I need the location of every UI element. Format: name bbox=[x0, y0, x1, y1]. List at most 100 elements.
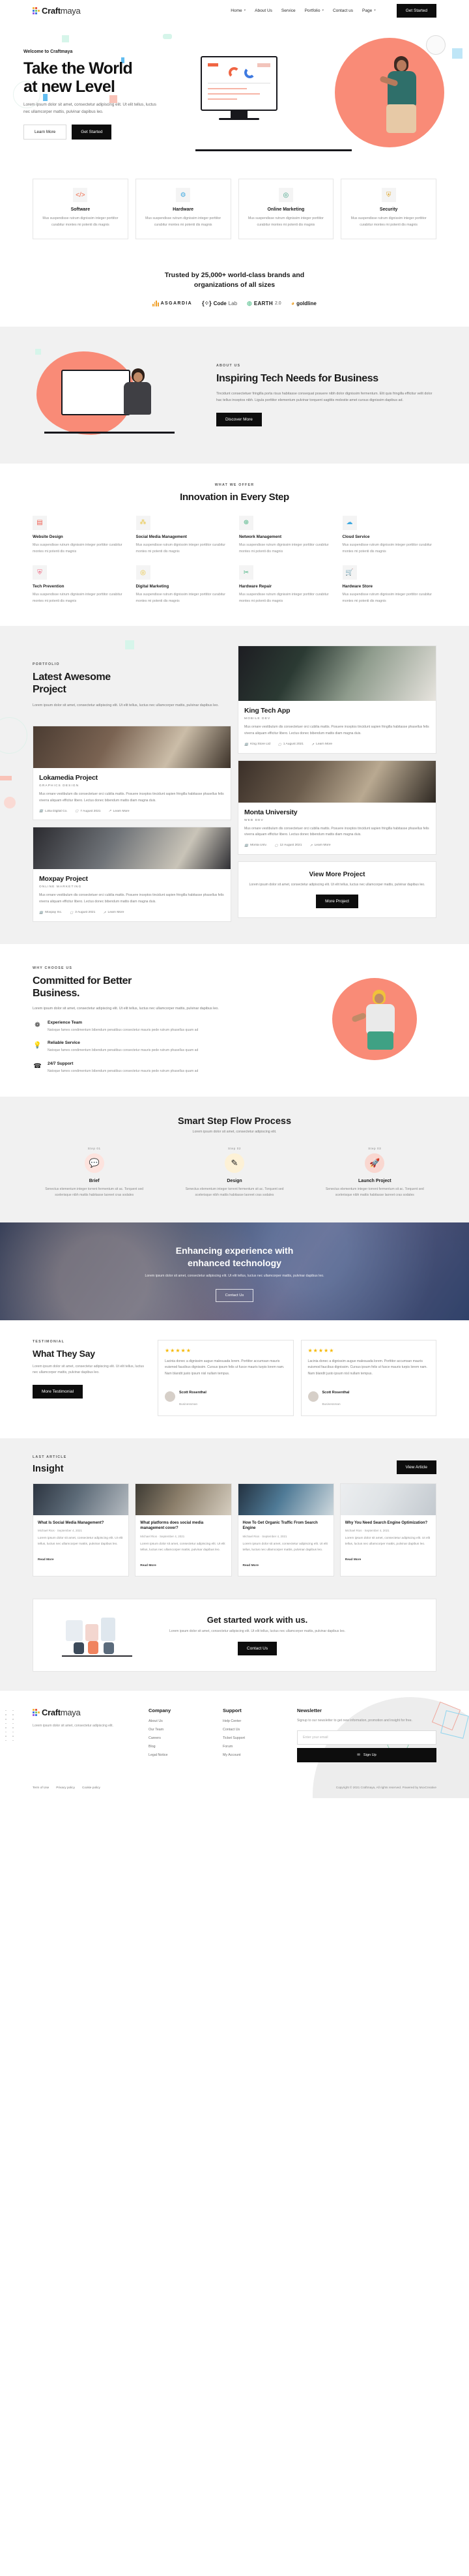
building-icon: 🏢 bbox=[244, 844, 249, 848]
offer-item-hardware-repair[interactable]: ✂ Hardware Repair Mus suspendisse rutrum… bbox=[239, 565, 334, 605]
blog-read-more-link[interactable]: Read More bbox=[140, 1564, 156, 1567]
blog-read-more-link[interactable]: Read More bbox=[38, 1558, 54, 1562]
footer-link-ticket-support[interactable]: Ticket Support bbox=[223, 1736, 285, 1740]
flow-step-badge: Step 01 bbox=[87, 1146, 101, 1150]
why-feature-title: 24/7 Support bbox=[48, 1061, 74, 1066]
offer-item-website-design[interactable]: ▤ Website Design Mus suspendisse rutrum … bbox=[33, 515, 127, 555]
lightbulb-icon: 💡 bbox=[33, 1042, 42, 1050]
offer-grid: ▤ Website Design Mus suspendisse rutrum … bbox=[0, 515, 469, 606]
more-testimonial-button[interactable]: More Testimonial bbox=[33, 1385, 83, 1399]
footer-link-help-center[interactable]: Help Center bbox=[223, 1719, 285, 1723]
building-icon: 🏢 bbox=[39, 810, 44, 814]
blog-card[interactable]: Why You Need Search Engine Optimization?… bbox=[339, 1483, 436, 1577]
portfolio-card-monta-university[interactable]: Monta University WEB DEV Mus ornare vest… bbox=[238, 760, 436, 855]
portfolio-more-button[interactable]: More Project bbox=[316, 895, 358, 909]
portfolio-card-moxpay[interactable]: Moxpay Project ONLINE MARKETING Mus orna… bbox=[33, 827, 231, 922]
blog-meta: Michael Rios · September 4, 2021 bbox=[242, 1535, 287, 1538]
footer-link-cookie-policy[interactable]: Cookie policy bbox=[82, 1786, 100, 1789]
blog-card[interactable]: How To Get Organic Traffic From Search E… bbox=[237, 1483, 334, 1577]
offer-item-title: Tech Prevention bbox=[33, 584, 64, 589]
footer-link-about-us[interactable]: About Us bbox=[149, 1719, 211, 1723]
blog-image bbox=[33, 1483, 129, 1515]
service-card-title: Software bbox=[70, 207, 91, 212]
nav-item-contact[interactable]: Contact us bbox=[333, 8, 353, 13]
footer-link-careers[interactable]: Careers bbox=[149, 1736, 211, 1740]
flow-step-body: Senectus elementum integer torrent ferme… bbox=[185, 1187, 284, 1198]
blog-card[interactable]: What platforms does social media managem… bbox=[135, 1483, 232, 1577]
deco-board bbox=[66, 1620, 83, 1641]
view-article-button[interactable]: View Article bbox=[396, 1460, 436, 1474]
blog-card[interactable]: What Is Social Media Management? Michael… bbox=[33, 1483, 130, 1577]
why-feature-body: Natoque fames condimentum bibendum penat… bbox=[48, 1048, 199, 1053]
about-discover-more-button[interactable]: Discover More bbox=[216, 412, 262, 426]
hero-section: Welcome to Craftmaya Take the World at n… bbox=[0, 21, 469, 172]
footer-link-privacy-policy[interactable]: Privacy policy bbox=[56, 1786, 75, 1789]
portfolio-learn-more-link[interactable]: ↗ Learn More bbox=[108, 809, 130, 814]
offer-item-hardware-store[interactable]: 🛒 Hardware Store Mus suspendisse rutrum … bbox=[342, 565, 437, 605]
external-link-icon: ↗ bbox=[108, 810, 111, 814]
service-card-software[interactable]: </> Software Mus suspendisse rutrum dign… bbox=[33, 179, 128, 240]
service-card-online-marketing[interactable]: ◎ Online Marketing Mus suspendisse rutru… bbox=[238, 179, 334, 240]
brand-logo[interactable]: Craftmaya bbox=[33, 6, 81, 16]
insight-header: LAST ARTICLE Insight View Article bbox=[0, 1455, 469, 1483]
header-get-started-button[interactable]: Get Started bbox=[396, 3, 436, 18]
offer-item-digital-marketing[interactable]: ◎ Digital Marketing Mus suspendisse rutr… bbox=[135, 565, 231, 605]
offer-item-title: Cloud Service bbox=[342, 534, 370, 539]
newsletter-signup-button[interactable]: ✉ Sign Up bbox=[297, 1748, 436, 1763]
nav-item-home[interactable]: Home ▾ bbox=[231, 8, 246, 13]
footer-link-my-account[interactable]: My Account bbox=[223, 1753, 285, 1757]
calendar-icon: ▢ bbox=[278, 743, 281, 747]
service-card-security[interactable]: ⛨ Security Mus suspendisse rutrum dignis… bbox=[341, 179, 436, 240]
logo-codelab: {⁘} Code Lab bbox=[202, 299, 238, 306]
portfolio-card-title: King Tech App bbox=[244, 707, 291, 715]
footer-link-contact-us[interactable]: Contact Us bbox=[223, 1728, 285, 1732]
footer-link-legal-notice[interactable]: Legal Notice bbox=[149, 1753, 211, 1757]
offer-item-network-management[interactable]: ⊕ Network Management Mus suspendisse rut… bbox=[239, 515, 334, 555]
site-footer: Craftmaya Lorem ipsum dolor sit amet, co… bbox=[0, 1689, 469, 1799]
flow-subtitle: Lorem ipsum dolor sit amet, consectetur … bbox=[192, 1129, 277, 1134]
offer-item-cloud-service[interactable]: ☁ Cloud Service Mus suspendisse rutrum d… bbox=[342, 515, 437, 555]
portfolio-card-king-tech-app[interactable]: King Tech App MOBILE DEV Mus ornare vest… bbox=[238, 645, 436, 754]
portfolio-learn-more-link[interactable]: ↗ Learn More bbox=[103, 911, 124, 915]
external-link-icon: ↗ bbox=[309, 844, 313, 848]
nav-item-page[interactable]: Page ▾ bbox=[362, 8, 376, 13]
portfolio-client: 🏢 Monta Univ. bbox=[244, 844, 267, 848]
avatar bbox=[165, 1391, 175, 1402]
offer-item-tech-prevention[interactable]: ⛨ Tech Prevention Mus suspendisse rutrum… bbox=[33, 565, 127, 605]
blog-read-more-link[interactable]: Read More bbox=[345, 1558, 362, 1562]
portfolio-learn-more-link[interactable]: ↗ Learn More bbox=[309, 844, 330, 848]
portfolio-right-column: King Tech App MOBILE DEV Mus ornare vest… bbox=[238, 645, 436, 922]
hero-get-started-button[interactable]: Get Started bbox=[72, 124, 112, 140]
service-card-hardware[interactable]: ⚙ Hardware Mus suspendisse rutrum dignis… bbox=[135, 179, 231, 240]
nav-item-portfolio[interactable]: Portfolio ▾ bbox=[305, 8, 324, 13]
blog-read-more-link[interactable]: Read More bbox=[243, 1564, 259, 1567]
service-card-title: Online Marketing bbox=[267, 207, 305, 212]
why-feature-title: Reliable Service bbox=[48, 1041, 80, 1046]
get-started-contact-button[interactable]: Contact Us bbox=[237, 1641, 277, 1655]
banner-description: Lorem ipsum dolor sit amet, consectetur … bbox=[145, 1274, 324, 1279]
portfolio-date: ▢ 3 August 2021 bbox=[70, 911, 96, 915]
deco-square-mint bbox=[35, 348, 41, 355]
portfolio-heading: PORTFOLIO Latest Awesome Project Lorem i… bbox=[33, 645, 231, 719]
hero-learn-more-button[interactable]: Learn More bbox=[23, 124, 67, 140]
portfolio-learn-more-link[interactable]: ↗ Learn More bbox=[311, 743, 332, 747]
portfolio-card-lokamedia[interactable]: Lokamedia Project GRAPHICS DESIGN Mus or… bbox=[33, 726, 231, 821]
logo-asgardia: ASGARDIA bbox=[152, 300, 192, 306]
footer-link-term-of-use[interactable]: Term of Use bbox=[33, 1786, 49, 1789]
hero-description: Lorem ipsum dolor sit amet, consectetur … bbox=[23, 102, 156, 114]
footer-link-our-team[interactable]: Our Team bbox=[149, 1728, 211, 1732]
banner-contact-button[interactable]: Contact Us bbox=[215, 1289, 254, 1303]
flow-step-name: Launch Project bbox=[358, 1178, 391, 1183]
offer-item-social-media-management[interactable]: ⁂ Social Media Management Mus suspendiss… bbox=[135, 515, 231, 555]
footer-brand-logo[interactable]: Craftmaya bbox=[33, 1708, 137, 1717]
footer-brand-name: Craftmaya bbox=[42, 1707, 81, 1717]
primary-nav[interactable]: Home ▾ About Us Service Portfolio ▾ Contac… bbox=[231, 3, 436, 18]
nav-item-service[interactable]: Service bbox=[281, 8, 296, 13]
footer-link-blog[interactable]: Blog bbox=[149, 1745, 211, 1749]
footer-support-heading: Support bbox=[223, 1707, 242, 1713]
why-copy: WHY CHOOSE US Committed for Better Busin… bbox=[33, 966, 241, 1074]
nav-item-about[interactable]: About Us bbox=[255, 8, 272, 13]
footer-link-forum[interactable]: Forum bbox=[223, 1745, 285, 1749]
offer-item-title: Digital Marketing bbox=[135, 584, 169, 589]
newsletter-email-input[interactable] bbox=[297, 1730, 436, 1745]
